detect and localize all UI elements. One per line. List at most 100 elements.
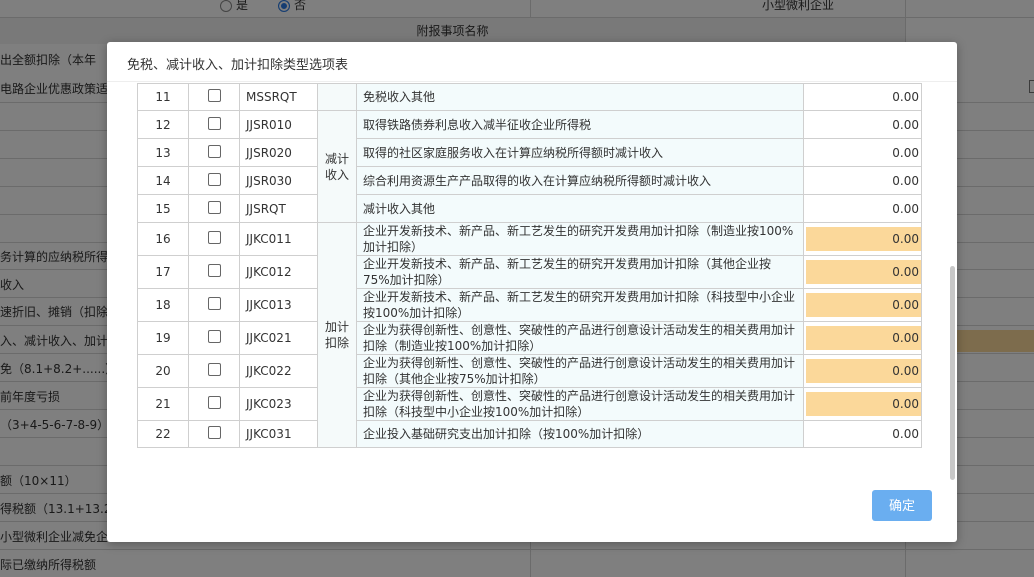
row-amount-input[interactable]: 0.00 — [806, 293, 921, 317]
table-row[interactable]: 13 JJSR020 取得的社区家庭服务收入在计算应纳税所得额时减计收入 0.00 — [137, 138, 922, 167]
dialog-scrollbar[interactable] — [950, 266, 955, 480]
row-code: JJSR020 — [239, 138, 318, 167]
row-code: MSSRQT — [239, 83, 318, 111]
row-amount-input[interactable]: 0.00 — [806, 359, 921, 383]
row-code: JJSR030 — [239, 166, 318, 195]
row-amount: 0.00 — [892, 145, 919, 160]
row-select-cell — [188, 354, 240, 388]
options-table: 11 MSSRQT 免税收入其他 0.00 12 JJSR010 减计 收入 取得铁路债券利息… — [137, 83, 922, 448]
row-checkbox[interactable] — [207, 297, 221, 310]
table-row[interactable]: 20 JJKC022 企业为获得创新性、创意性、突破性的产品进行创意设计活动发生的相… — [137, 354, 922, 388]
row-amount-cell: 0.00 — [803, 138, 922, 167]
row-description: 企业开发新技术、新产品、新工艺发生的研究开发费用加计扣除（其他企业按75%加计扣… — [356, 255, 804, 289]
row-select-cell — [188, 222, 240, 256]
row-checkbox[interactable] — [207, 89, 221, 102]
row-amount-input[interactable]: 0.00 — [806, 392, 921, 416]
row-amount-cell: 0.00 — [803, 288, 922, 322]
row-number: 17 — [137, 255, 189, 289]
row-description: 企业为获得创新性、创意性、突破性的产品进行创意设计活动发生的相关费用加计扣除（其… — [356, 354, 804, 388]
row-select-cell — [188, 255, 240, 289]
row-select-cell — [188, 83, 240, 111]
table-row[interactable]: 19 JJKC021 企业为获得创新性、创意性、突破性的产品进行创意设计活动发生的相… — [137, 321, 922, 355]
row-description: 企业开发新技术、新产品、新工艺发生的研究开发费用加计扣除（制造业按100%加计扣… — [356, 222, 804, 256]
row-select-cell — [188, 138, 240, 167]
row-number: 14 — [137, 166, 189, 195]
table-row[interactable]: 18 JJKC013 企业开发新技术、新产品、新工艺发生的研究开发费用加计扣除（科技… — [137, 288, 922, 322]
row-code: JJSRQT — [239, 194, 318, 223]
row-checkbox[interactable] — [207, 264, 221, 277]
row-amount: 0.00 — [892, 427, 919, 441]
options-table-scroll-area[interactable]: 11 MSSRQT 免税收入其他 0.00 12 JJSR010 减计 收入 取得铁路债券利息… — [137, 82, 927, 450]
row-amount: 0.00 — [892, 173, 919, 188]
row-number: 11 — [137, 83, 189, 111]
row-code: JJKC023 — [239, 387, 318, 421]
row-amount-cell: 0.00 — [803, 222, 922, 256]
row-number: 20 — [137, 354, 189, 388]
row-description: 减计收入其他 — [356, 194, 804, 223]
row-amount-cell: 0.00 — [803, 420, 922, 448]
row-number: 21 — [137, 387, 189, 421]
table-row[interactable]: 21 JJKC023 企业为获得创新性、创意性、突破性的产品进行创意设计活动发生的相… — [137, 387, 922, 421]
row-select-cell — [188, 166, 240, 195]
row-amount-cell: 0.00 — [803, 83, 922, 111]
table-row[interactable]: 16 JJKC011 加计 扣除 企业开发新技术、新产品、新工艺发生的研究开发费用加计… — [137, 222, 922, 448]
row-checkbox[interactable] — [207, 426, 221, 439]
row-select-cell — [188, 387, 240, 421]
table-row[interactable]: 14 JJSR030 综合利用资源生产产品取得的收入在计算应纳税所得额时减计收入 0.… — [137, 166, 922, 195]
row-checkbox[interactable] — [207, 231, 221, 244]
row-number: 16 — [137, 222, 189, 256]
row-description: 取得的社区家庭服务收入在计算应纳税所得额时减计收入 — [356, 138, 804, 167]
row-amount-input[interactable]: 0.00 — [806, 227, 921, 251]
row-amount-cell: 0.00 — [803, 387, 922, 421]
table-row[interactable]: 15 JJSRQT 减计收入其他 0.00 — [137, 194, 922, 223]
row-description: 企业投入基础研究支出加计扣除（按100%加计扣除） — [356, 420, 804, 448]
row-amount-cell: 0.00 — [803, 255, 922, 289]
category-reduced-income: 减计 收入 — [317, 110, 357, 223]
row-select-cell — [188, 321, 240, 355]
row-description: 免税收入其他 — [356, 83, 804, 111]
row-amount: 0.00 — [892, 201, 919, 216]
category-cell — [317, 83, 357, 111]
row-code: JJSR010 — [239, 110, 318, 139]
row-checkbox[interactable] — [207, 116, 221, 130]
category-additional-deduction: 加计 扣除 — [317, 222, 357, 448]
row-select-cell — [188, 110, 240, 139]
row-number: 18 — [137, 288, 189, 322]
type-options-dialog: 免税、减计收入、加计扣除类型选项表 11 MSSRQT 免税收入其他 0.00 12 JJ… — [107, 42, 957, 542]
row-amount: 0.00 — [892, 90, 919, 104]
table-row[interactable]: 11 MSSRQT 免税收入其他 0.00 — [137, 83, 922, 111]
row-checkbox[interactable] — [207, 396, 221, 409]
row-code: JJKC013 — [239, 288, 318, 322]
row-number: 22 — [137, 420, 189, 448]
row-description: 取得铁路债券利息收入减半征收企业所得税 — [356, 110, 804, 139]
row-amount-cell: 0.00 — [803, 354, 922, 388]
row-checkbox[interactable] — [207, 200, 221, 214]
row-code: JJKC031 — [239, 420, 318, 448]
row-checkbox[interactable] — [207, 330, 221, 343]
row-description: 企业为获得创新性、创意性、突破性的产品进行创意设计活动发生的相关费用加计扣除（科… — [356, 387, 804, 421]
table-row[interactable]: 17 JJKC012 企业开发新技术、新产品、新工艺发生的研究开发费用加计扣除（其他… — [137, 255, 922, 289]
table-row[interactable]: 12 JJSR010 减计 收入 取得铁路债券利息收入减半征收企业所得税 0.00 — [137, 110, 922, 223]
row-amount-cell: 0.00 — [803, 110, 922, 139]
row-code: JJKC012 — [239, 255, 318, 289]
row-code: JJKC022 — [239, 354, 318, 388]
row-number: 19 — [137, 321, 189, 355]
row-description: 企业开发新技术、新产品、新工艺发生的研究开发费用加计扣除（科技型中小企业按100… — [356, 288, 804, 322]
row-number: 12 — [137, 110, 189, 139]
row-checkbox[interactable] — [207, 172, 221, 186]
row-amount-cell: 0.00 — [803, 194, 922, 223]
row-amount-input[interactable]: 0.00 — [806, 326, 921, 350]
dialog-title: 免税、减计收入、加计扣除类型选项表 — [127, 58, 349, 73]
row-select-cell — [188, 288, 240, 322]
row-select-cell — [188, 420, 240, 448]
row-checkbox[interactable] — [207, 144, 221, 158]
row-select-cell — [188, 194, 240, 223]
row-description: 企业为获得创新性、创意性、突破性的产品进行创意设计活动发生的相关费用加计扣除（制… — [356, 321, 804, 355]
row-checkbox[interactable] — [207, 363, 221, 376]
table-row[interactable]: 22 JJKC031 企业投入基础研究支出加计扣除（按100%加计扣除） 0.00 — [137, 420, 922, 448]
confirm-button[interactable]: 确定 — [872, 490, 932, 521]
row-amount-input[interactable]: 0.00 — [806, 260, 921, 284]
row-code: JJKC011 — [239, 222, 318, 256]
row-number: 13 — [137, 138, 189, 167]
row-code: JJKC021 — [239, 321, 318, 355]
